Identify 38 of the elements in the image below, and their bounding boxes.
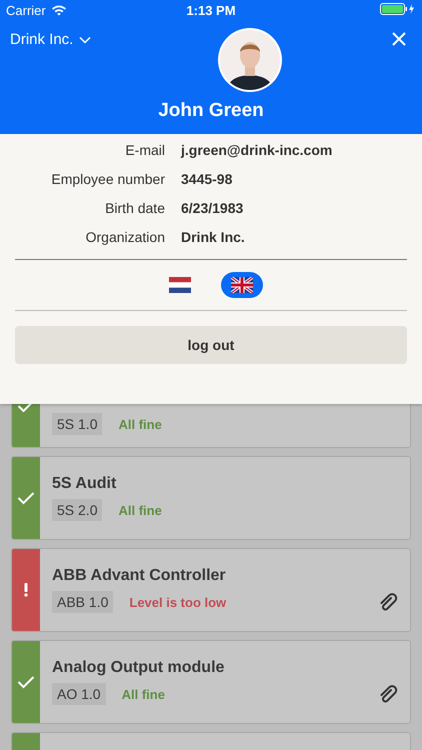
inspection-card[interactable]: Analog Output module AO 1.0 All fine — [11, 640, 411, 724]
detail-label: E-mail — [124, 142, 165, 158]
close-icon — [392, 32, 406, 46]
exclamation-icon — [24, 583, 28, 597]
inspection-card[interactable]: ABB Advant Controller ABB 1.0 Level is too low — [11, 548, 411, 632]
detail-value: Drink Inc. — [181, 229, 246, 245]
detail-label: Birth date — [104, 200, 165, 216]
status-message: Level is too low — [129, 594, 226, 610]
battery-icon — [380, 2, 416, 14]
detail-label: Employee number — [50, 171, 165, 187]
detail-value: j.green@drink-inc.com — [181, 142, 334, 158]
code-tag: 5S 2.0 — [52, 499, 102, 521]
check-icon — [17, 675, 35, 689]
dutch-flag-icon — [169, 277, 191, 293]
detail-label: Organization — [84, 229, 165, 245]
wifi-icon — [50, 4, 67, 16]
detail-value: 6/23/1983 — [181, 200, 244, 216]
status-message: All fine — [122, 686, 165, 702]
code-tag: AO 1.0 — [52, 683, 106, 705]
code-tag: 5S 1.0 — [52, 413, 102, 435]
card-title: Analog Output module — [52, 659, 226, 677]
code-tag: ABB 1.0 — [52, 591, 114, 613]
language-toggle[interactable] — [221, 272, 263, 298]
organization-dropdown[interactable]: Drink Inc. — [10, 28, 92, 51]
inspection-card[interactable]: 5S 1.0 All fine — [11, 404, 411, 448]
check-icon — [17, 491, 35, 505]
card-title: 5S Audit — [52, 475, 118, 493]
chevron-down-icon — [79, 36, 92, 44]
inspection-card[interactable]: 5S Audit 5S 2.0 All fine — [11, 456, 411, 540]
british-flag-icon — [231, 277, 253, 293]
carrier-label: Carrier — [6, 2, 46, 18]
detail-value: 3445-98 — [181, 171, 234, 187]
status-message: All fine — [118, 416, 162, 432]
clock-time: 1:13 PM — [186, 2, 236, 18]
status-message: All fine — [118, 502, 162, 518]
card-title: ABB Advant Controller — [52, 567, 227, 585]
user-name: John Green — [157, 100, 265, 122]
log-out-button[interactable]: log out — [15, 326, 407, 364]
